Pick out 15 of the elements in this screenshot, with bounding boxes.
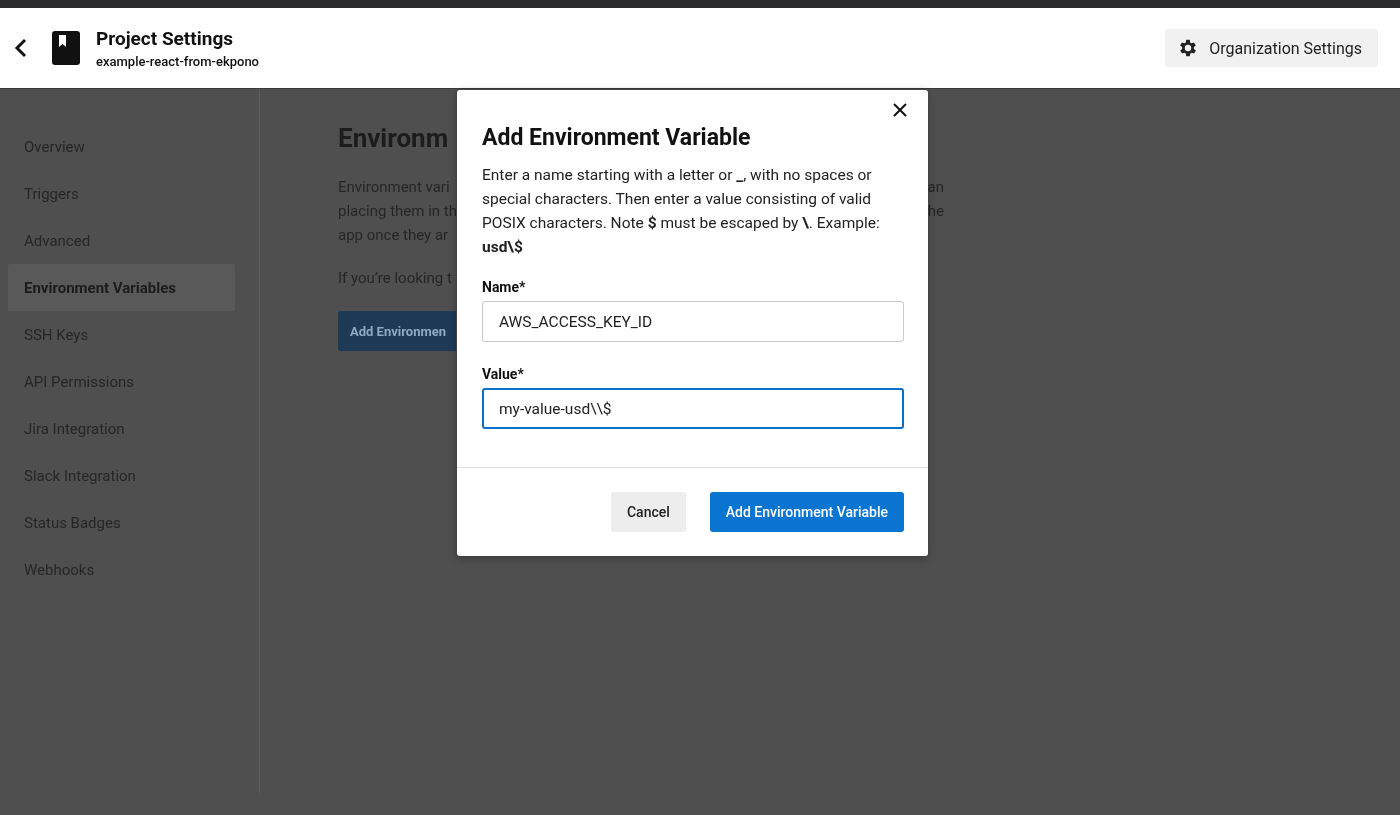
page-title: Project Settings [96,27,234,50]
input-field[interactable]: my-value-usd\\$ [482,388,904,429]
organization-settings-button[interactable]: Organization Settings [1165,29,1378,67]
field-label: Value* [482,366,524,382]
close-icon[interactable] [892,102,908,118]
dialog-description: Enter a name starting with a letter or _, with no spaces or special characters. Then enter a value consisting of valid POSIX characters. Note $ must be escaped by \. Example: usd\$ [482,165,881,258]
add-environment-button[interactable]: Add Environmen [338,311,456,351]
field-label: Name* [482,279,526,295]
cancel-button[interactable]: Cancel [610,492,686,532]
sidebar-item[interactable]: Environment Variables [8,264,235,311]
input-field[interactable]: AWS_ACCESS_KEY_ID [482,301,904,342]
add-environment-variable-button[interactable]: Add Environment Variable [709,492,904,532]
bookmark-book-icon [52,31,80,65]
project-name: example-react-from-ekpono [96,54,260,69]
dialog-title: Add Environment Variable [482,124,752,151]
